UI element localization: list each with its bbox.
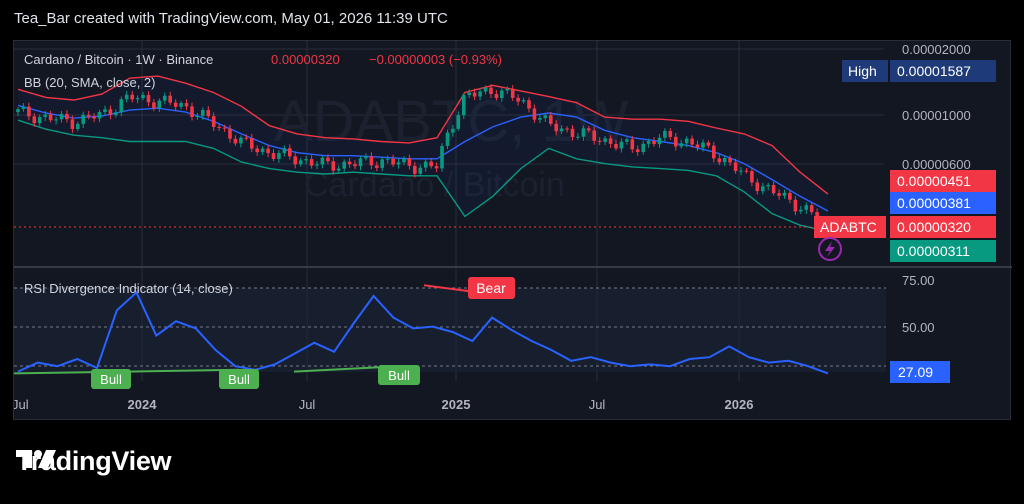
- time-label-2024: 2024: [128, 397, 158, 412]
- header-attribution: Tea_Bar created with TradingView.com, Ma…: [14, 10, 448, 27]
- bear-signal-1: Bear: [468, 277, 515, 299]
- rsi-axis-label-75: 75.00: [902, 273, 935, 288]
- time-label-jul-2023: Jul: [14, 397, 29, 412]
- time-label-jul-2024: Jul: [299, 397, 316, 412]
- high-value: 0.00001587: [897, 63, 971, 79]
- bull-signal-1-label: Bull: [100, 372, 122, 387]
- upper-value: 0.00000451: [897, 173, 971, 189]
- legend-bb: BB (20, SMA, close, 2): [24, 75, 156, 90]
- price-axis-label-1: 0.00002000: [902, 42, 971, 57]
- lower-value: 0.00000311: [897, 243, 970, 259]
- price-axis-label-2: 0.00001000: [902, 108, 971, 123]
- legend: Cardano / Bitcoin · 1W · Binance 0.00000…: [24, 52, 502, 90]
- legend-price: 0.00000320: [271, 52, 340, 67]
- chart-panel: ADABTC, 1W Cardano / Bitcoin Cardano / B…: [13, 40, 1012, 420]
- time-axis[interactable]: Jul 2024 Jul 2025 Jul 2026: [14, 397, 753, 412]
- tradingview-logo-icon: [16, 450, 56, 468]
- chart-screenshot: Tea_Bar created with TradingView.com, Ma…: [0, 0, 1024, 504]
- rsi-axis-label-50: 50.00: [902, 320, 935, 335]
- legend-change: −0.00000003 (−0.93%): [369, 52, 502, 67]
- chart-svg: ADABTC, 1W Cardano / Bitcoin Cardano / B…: [14, 41, 1012, 412]
- rsi-current-value: 27.09: [898, 364, 933, 380]
- bull-signal-3: Bull: [378, 365, 420, 385]
- last-value: 0.00000320: [897, 219, 971, 235]
- basis-value: 0.00000381: [897, 195, 971, 211]
- candle: [440, 143, 444, 172]
- time-label-2025: 2025: [442, 397, 471, 412]
- legend-rsi: RSI Divergence Indicator (14, close): [24, 281, 233, 296]
- high-label: High: [848, 63, 877, 79]
- bull-signal-2-label: Bull: [228, 372, 250, 387]
- bull-signal-2: Bull: [219, 369, 259, 389]
- symbol-label: ADABTC: [820, 219, 877, 235]
- legend-symbol: Cardano / Bitcoin · 1W · Binance: [24, 52, 213, 67]
- time-label-2026: 2026: [725, 397, 754, 412]
- lightning-icon[interactable]: [818, 237, 842, 261]
- bear-signal-1-label: Bear: [476, 280, 506, 296]
- rsi-axis[interactable]: 75.00 50.00 27.09: [890, 273, 950, 383]
- tradingview-logo: TradingView: [16, 446, 172, 477]
- time-label-jul-2025: Jul: [589, 397, 606, 412]
- price-axis-label-3: 0.00000600: [902, 157, 971, 172]
- bull-signal-3-label: Bull: [388, 368, 410, 383]
- bull-signal-1: Bull: [91, 369, 131, 389]
